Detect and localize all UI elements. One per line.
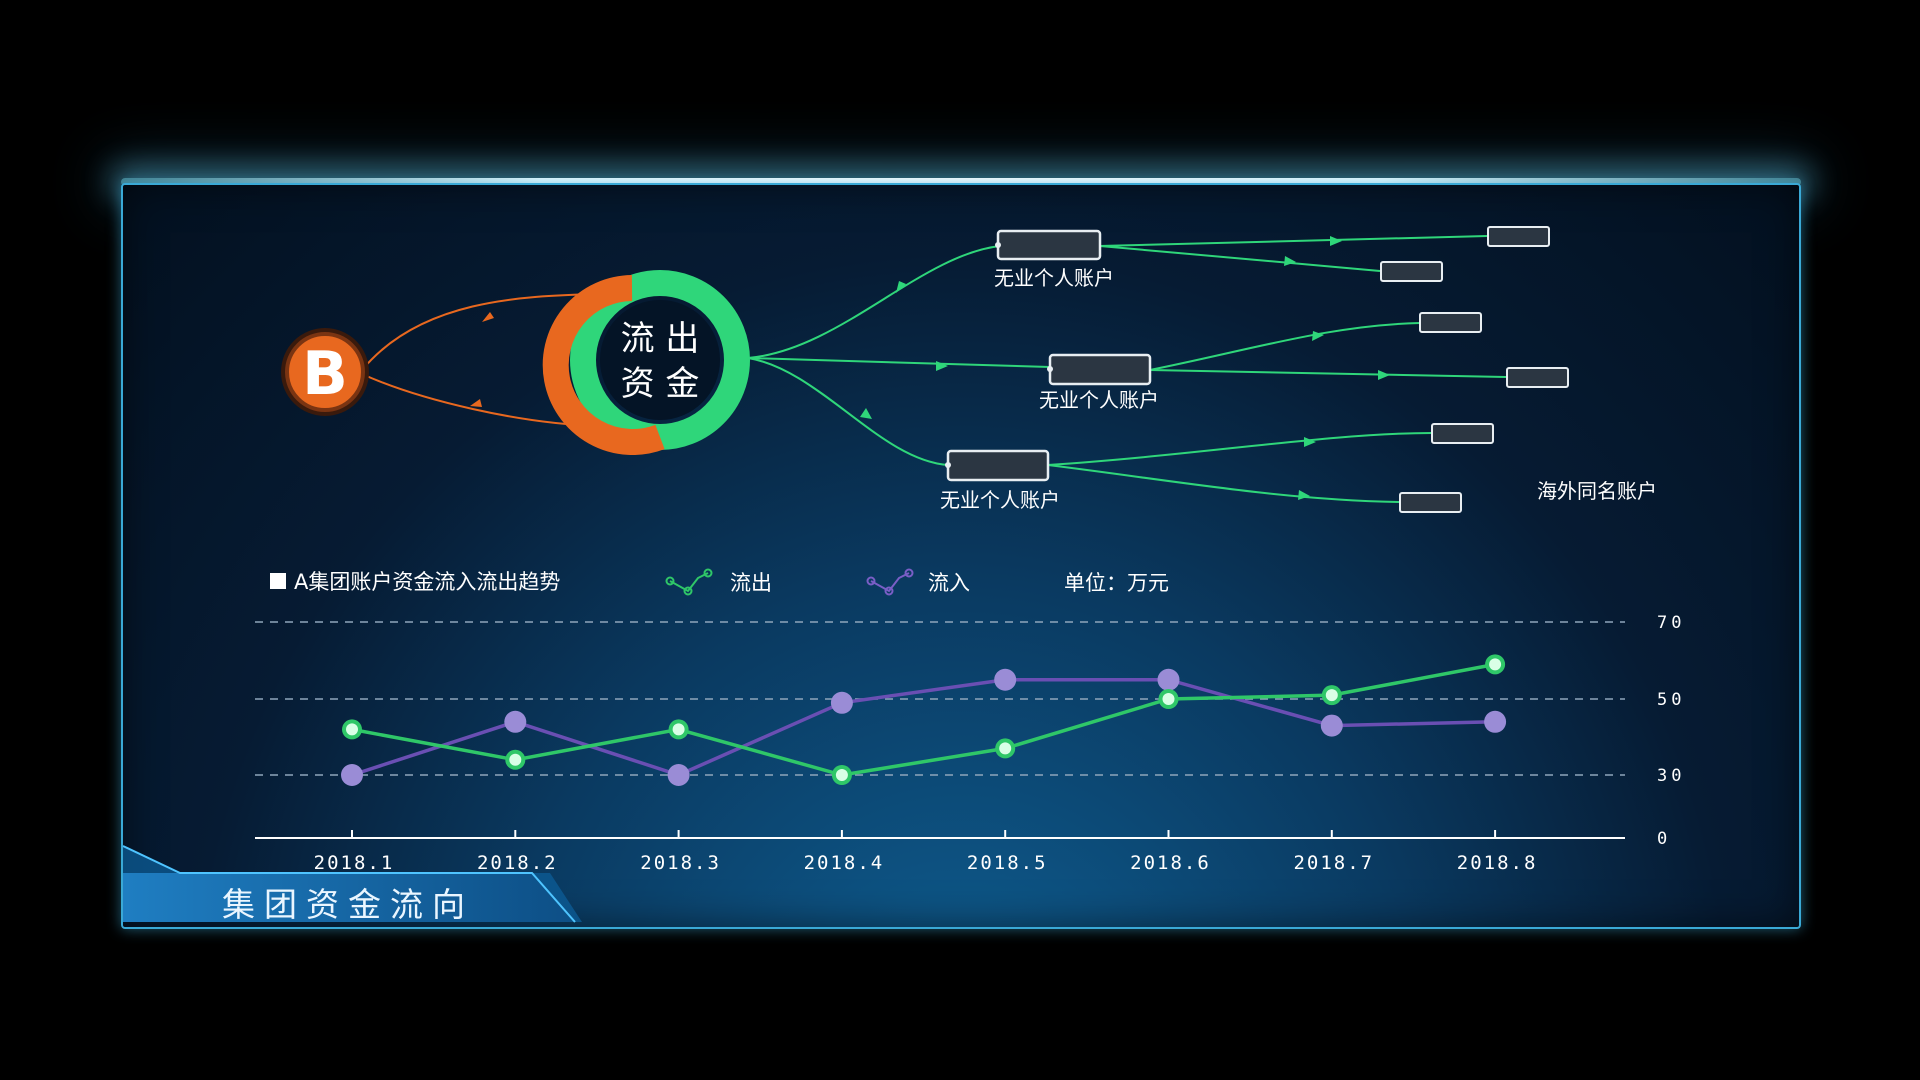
flow-arrow-a3-2	[1298, 490, 1310, 500]
data-point-outflow-core	[835, 769, 848, 781]
flow-arrow-b-top	[482, 312, 494, 322]
account-label-1: 无业个人账户	[994, 266, 1114, 290]
flow-edge-a1-out1	[1099, 235, 1488, 247]
chart-y-axis: 0 30 50 70	[1657, 613, 1685, 849]
y-tick-label: 0	[1657, 829, 1671, 849]
flow-arrow-3	[860, 408, 872, 419]
flow-arrow-2	[936, 361, 948, 371]
y-tick-label: 30	[1657, 766, 1685, 786]
flow-edge-a2-out2	[1149, 369, 1507, 378]
legend-outflow-icon	[665, 568, 713, 596]
flow-arrow-a3-1	[1304, 437, 1316, 447]
x-tick-label: 2018.2	[477, 852, 558, 874]
data-point-inflow	[504, 710, 527, 733]
data-point-outflow-core	[1489, 658, 1502, 671]
account-label-2: 无业个人账户	[1039, 388, 1159, 412]
data-point-outflow-core	[509, 753, 522, 766]
chart-title: A集团账户资金流入流出趋势	[294, 570, 560, 594]
x-tick-label: 2018.5	[967, 852, 1048, 874]
destination-node-3[interactable]	[1419, 312, 1482, 333]
y-tick-label: 70	[1657, 613, 1685, 633]
data-point-outflow-core	[1162, 693, 1175, 705]
panel-title: 集团资金流向	[222, 885, 474, 924]
destination-node-4[interactable]	[1506, 367, 1569, 388]
data-point-inflow	[994, 668, 1017, 691]
y-tick-label: 50	[1657, 690, 1685, 710]
data-point-outflow-core	[346, 723, 358, 736]
legend-outflow-label: 流出	[730, 571, 772, 595]
flow-arrow-a1-2	[1284, 256, 1296, 266]
chart-grid	[255, 621, 1625, 776]
flow-edge-hub-account2	[747, 357, 1051, 368]
data-point-outflow-core	[999, 742, 1012, 755]
data-point-inflow	[667, 764, 690, 786]
data-point-inflow	[1320, 714, 1343, 737]
hub-label-line1: 流 出	[621, 319, 700, 359]
x-tick-label: 2018.4	[804, 852, 885, 874]
chart-series	[341, 654, 1507, 786]
chart-title-marker	[270, 573, 286, 589]
flow-arrow-a2-2	[1378, 370, 1390, 380]
data-point-inflow	[830, 691, 853, 714]
hub-label-line2: 资 金	[621, 364, 700, 404]
x-tick-label: 2018.3	[640, 852, 721, 874]
chart-x-axis: 2018.1 2018.2 2018.3 2018.4 2018.5 2018.6 2018…	[255, 830, 1625, 874]
flow-edge-a3-out2	[1047, 464, 1401, 503]
flow-edge-a1-out2	[1099, 245, 1381, 272]
source-node-b[interactable]: B	[281, 328, 369, 416]
legend-inflow-label: 流入	[928, 571, 970, 595]
data-point-outflow-core	[1325, 689, 1338, 702]
source-node-label: B	[302, 339, 348, 409]
x-tick-label: 2018.1	[314, 852, 395, 874]
chart-unit: 单位：万元	[1064, 571, 1169, 595]
legend-inflow-icon	[866, 568, 914, 596]
data-point-inflow	[1157, 668, 1180, 691]
destination-node-2[interactable]	[1380, 261, 1443, 282]
flow-edge-a3-out1	[1047, 432, 1433, 466]
legend-inflow[interactable]: 流入	[866, 568, 971, 596]
account-node-3[interactable]: 无业个人账户	[940, 449, 1060, 512]
overseas-account-label: 海外同名账户	[1537, 479, 1657, 503]
x-tick-label: 2018.8	[1457, 852, 1538, 874]
account-label-3: 无业个人账户	[940, 488, 1060, 512]
data-point-outflow-core	[672, 723, 685, 736]
data-point-inflow	[1484, 710, 1507, 733]
flow-edge-hub-account1	[747, 245, 1001, 359]
flow-edge-hub-account3	[747, 357, 949, 466]
data-point-inflow	[341, 764, 363, 786]
flow-edge-a2-out1	[1149, 322, 1421, 371]
destination-node-1[interactable]	[1487, 226, 1550, 247]
flow-arrow-a1-1	[1330, 236, 1342, 246]
destination-node-5[interactable]	[1431, 423, 1494, 444]
outflow-hub[interactable]: 流 出 资 金	[542, 270, 750, 455]
legend-outflow[interactable]: 流出	[665, 568, 773, 596]
account-node-1[interactable]: 无业个人账户	[994, 229, 1114, 290]
x-tick-label: 2018.6	[1130, 852, 1211, 874]
x-tick-label: 2018.7	[1293, 852, 1374, 874]
flow-arrow-b-bottom	[470, 399, 482, 407]
destination-node-6[interactable]	[1399, 492, 1462, 513]
account-node-2[interactable]: 无业个人账户	[1039, 353, 1159, 412]
